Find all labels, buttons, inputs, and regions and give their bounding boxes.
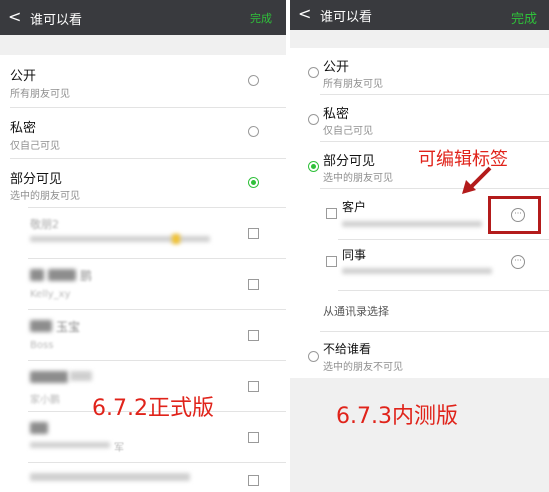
right-page-title: 谁可以看 [320, 10, 373, 25]
left-group-checkbox[interactable] [248, 432, 259, 443]
right-partial-radio-selected[interactable] [308, 161, 319, 172]
left-group-name-blur [30, 269, 44, 281]
left-group-name-blur [30, 422, 48, 434]
left-option-private-title: 私密 [10, 121, 37, 136]
annotation-arrow-icon [462, 166, 492, 194]
left-group-name-blur [30, 371, 68, 383]
right-private-radio[interactable] [308, 114, 319, 125]
right-phone-screen: < 谁可以看 完成 公开 所有朋友可见 私密 仅自己可见 部分可见 选中的朋友可… [290, 0, 549, 492]
left-group-checkbox[interactable] [248, 475, 259, 486]
left-option-public[interactable]: 公开 所有朋友可见 [0, 55, 286, 107]
right-contacts-link: 从通讯录选择 [323, 305, 389, 318]
right-group-row-colleagues[interactable]: 同事 ··· [290, 240, 549, 290]
right-option-private-subtitle: 仅自己可见 [323, 126, 373, 137]
left-header-bar: < 谁可以看 完成 [0, 0, 286, 35]
left-group-checkbox[interactable] [248, 228, 259, 239]
left-group-name-blur [48, 269, 76, 281]
right-group-colleagues-name: 同事 [342, 248, 367, 262]
right-group-colleagues-members-blur [342, 268, 492, 274]
left-partial-radio-selected[interactable] [248, 177, 259, 188]
right-group-clients-name: 客户 [342, 200, 367, 214]
left-private-radio[interactable] [248, 126, 259, 137]
left-group-name: 鹏 [80, 269, 93, 283]
left-group-name: 敬朋2 [30, 218, 59, 231]
left-group-row[interactable]: 敬朋2 [0, 208, 286, 258]
right-version-label: 6.7.3内测版 [336, 404, 458, 429]
right-group-clients-checkbox[interactable] [326, 208, 337, 219]
left-group-checkbox[interactable] [248, 381, 259, 392]
right-done-button[interactable]: 完成 [511, 8, 537, 27]
right-option-partial-title: 部分可见 [323, 154, 376, 169]
left-page-title: 谁可以看 [30, 13, 83, 28]
left-group-members-blur [30, 236, 210, 242]
left-option-private-subtitle: 仅自己可见 [10, 141, 60, 152]
right-group-clients-members-blur [342, 221, 482, 227]
right-option-partial-subtitle: 选中的朋友可见 [323, 173, 393, 184]
right-option-exclude[interactable]: 不给谁看 选中的朋友不可见 [290, 332, 549, 378]
right-header-bar: < 谁可以看 完成 [290, 0, 549, 30]
left-option-public-subtitle: 所有朋友可见 [10, 89, 70, 100]
left-group-name-blur [30, 473, 190, 481]
right-public-radio[interactable] [308, 67, 319, 78]
left-group-members: Kelly_xy [30, 289, 71, 300]
left-group-name-blur [30, 320, 52, 332]
left-group-members: 家小鹏 [30, 395, 60, 406]
left-public-radio[interactable] [248, 75, 259, 86]
right-back-button[interactable]: < [298, 4, 311, 23]
left-option-partial-subtitle: 选中的朋友可见 [10, 191, 80, 202]
right-edit-tag-more-icon[interactable]: ··· [511, 255, 525, 269]
left-group-row[interactable]: 鹏 Kelly_xy [0, 259, 286, 309]
left-group-checkbox[interactable] [248, 279, 259, 290]
right-select-from-contacts[interactable]: 从通讯录选择 [290, 291, 549, 331]
left-group-name-blur [70, 371, 92, 381]
right-exclude-radio[interactable] [308, 351, 319, 362]
right-option-public-subtitle: 所有朋友可见 [323, 79, 383, 90]
right-option-public-title: 公开 [323, 60, 350, 75]
left-blur-yellow-spot [172, 234, 180, 244]
left-option-public-title: 公开 [10, 69, 37, 84]
left-option-partial[interactable]: 部分可见 选中的朋友可见 [0, 159, 286, 209]
left-group-name: 玉宝 [56, 320, 81, 334]
left-phone-screen: < 谁可以看 完成 公开 所有朋友可见 私密 仅自己可见 部分可见 选中的朋友可… [0, 0, 286, 492]
left-group-members-blur [30, 442, 110, 448]
left-back-button[interactable]: < [8, 7, 21, 26]
right-option-private[interactable]: 私密 仅自己可见 [290, 95, 549, 141]
left-options-list: 公开 所有朋友可见 私密 仅自己可见 部分可见 选中的朋友可见 敬朋2 鹏 Ke… [0, 55, 286, 492]
left-group-row[interactable]: 玉宝 Boss [0, 310, 286, 360]
left-version-label: 6.7.2正式版 [92, 396, 214, 421]
left-group-checkbox[interactable] [248, 330, 259, 341]
left-group-row[interactable] [0, 463, 286, 492]
left-group-members: 军 [114, 443, 124, 454]
edit-tag-highlight-box [488, 196, 541, 234]
left-group-members: Boss [30, 340, 54, 351]
right-option-exclude-title: 不给谁看 [323, 342, 372, 356]
right-option-exclude-subtitle: 选中的朋友不可见 [323, 362, 403, 373]
left-done-button[interactable]: 完成 [250, 10, 272, 26]
left-option-private[interactable]: 私密 仅自己可见 [0, 108, 286, 158]
left-option-partial-title: 部分可见 [10, 172, 63, 187]
right-option-private-title: 私密 [323, 107, 350, 122]
right-group-colleagues-checkbox[interactable] [326, 256, 337, 267]
right-option-public[interactable]: 公开 所有朋友可见 [290, 48, 549, 94]
